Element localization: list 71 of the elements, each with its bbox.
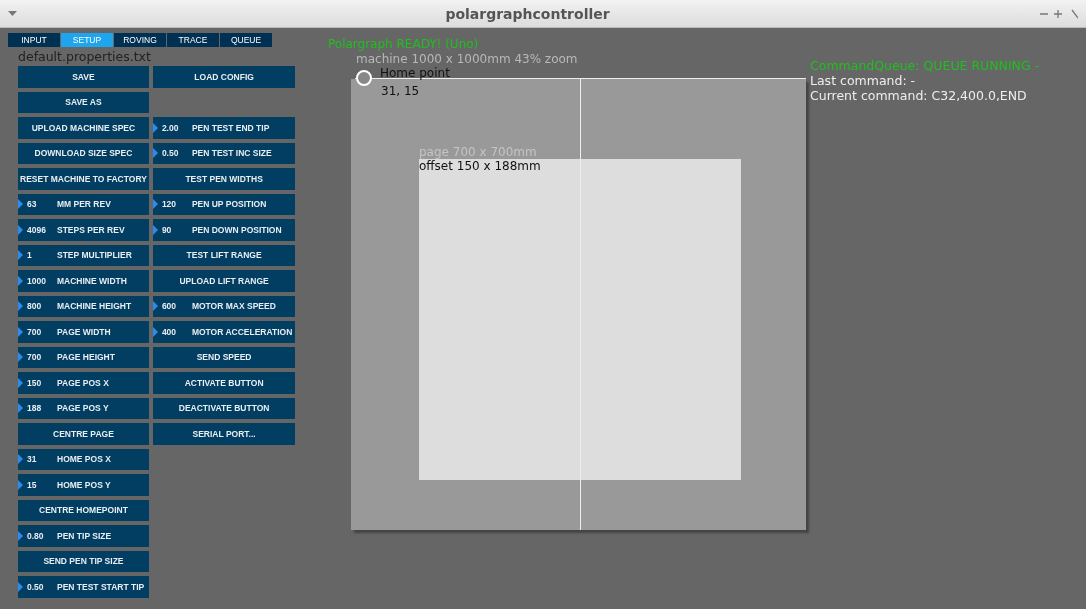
- tab[interactable]: TRACE: [167, 33, 219, 47]
- triangle-icon: [18, 454, 23, 465]
- number-field[interactable]: 2.00 PEN TEST END TIP: [152, 117, 296, 139]
- number-field[interactable]: 15 HOME POS Y: [18, 474, 149, 496]
- setup-button[interactable]: SEND SPEED: [152, 346, 296, 368]
- triangle-icon: [152, 122, 158, 133]
- number-field[interactable]: 150 PAGE POS X: [18, 372, 149, 394]
- tab[interactable]: INPUT: [8, 33, 60, 47]
- menu-caret-icon[interactable]: [8, 10, 17, 17]
- number-field[interactable]: 0.80 PEN TIP SIZE: [18, 525, 149, 547]
- number-field[interactable]: 188 PAGE POS Y: [18, 397, 149, 419]
- window-title: polargraphcontroller: [445, 5, 610, 22]
- number-field[interactable]: 1 STEP MULTIPLIER: [18, 244, 149, 266]
- setup-button[interactable]: ACTIVATE BUTTON: [152, 372, 296, 394]
- number-field[interactable]: 700 PAGE HEIGHT: [18, 346, 149, 368]
- number-field[interactable]: 800 MACHINE HEIGHT: [18, 295, 149, 317]
- tab[interactable]: QUEUE: [220, 33, 272, 47]
- triangle-icon: [152, 148, 158, 159]
- setup-button[interactable]: SAVE: [18, 66, 149, 88]
- number-field[interactable]: 4096 STEPS PER REV: [18, 219, 149, 241]
- number-field[interactable]: 0.50 PEN TEST START TIP: [18, 576, 149, 598]
- number-field[interactable]: 0.50 PEN TEST INC SIZE: [152, 142, 296, 164]
- home-point-coords: 31, 15: [381, 84, 420, 98]
- number-field[interactable]: 600 MOTOR MAX SPEED: [152, 295, 296, 317]
- setup-button[interactable]: RESET MACHINE TO FACTORY: [18, 168, 149, 190]
- page-offset-label: offset 150 x 188mm: [419, 159, 541, 173]
- setup-button[interactable]: CENTRE PAGE: [18, 423, 149, 445]
- setup-button[interactable]: UPLOAD MACHINE SPEC: [18, 117, 149, 139]
- home-point-label: Home point: [380, 66, 450, 80]
- number-field[interactable]: 700 PAGE WIDTH: [18, 321, 149, 343]
- home-point-icon[interactable]: [355, 69, 373, 87]
- setup-button[interactable]: SEND PEN TIP SIZE: [18, 550, 149, 572]
- triangle-icon: [18, 224, 23, 235]
- setup-button[interactable]: CENTRE HOMEPOINT: [18, 499, 149, 521]
- setup-button[interactable]: UPLOAD LIFT RANGE: [152, 270, 296, 292]
- window-controls-icon[interactable]: [1038, 8, 1078, 19]
- setup-button[interactable]: DOWNLOAD SIZE SPEC: [18, 142, 149, 164]
- triangle-icon: [18, 301, 23, 312]
- setup-button[interactable]: LOAD CONFIG: [152, 66, 296, 88]
- triangle-icon: [152, 326, 158, 337]
- triangle-icon: [18, 250, 23, 261]
- number-field[interactable]: 1000 MACHINE WIDTH: [18, 270, 149, 292]
- setup-button[interactable]: TEST PEN WIDTHS: [152, 168, 296, 190]
- current-command: Current command: C32,400.0,END: [810, 88, 1028, 103]
- machine-size-label: machine 1000 x 1000mm 43% zoom: [356, 52, 578, 66]
- triangle-icon: [152, 224, 158, 235]
- queue-status: CommandQueue: QUEUE RUNNING -: [810, 58, 1040, 73]
- triangle-icon: [18, 352, 23, 363]
- tab[interactable]: ROVING: [114, 33, 166, 47]
- triangle-icon: [152, 301, 158, 312]
- triangle-icon: [18, 530, 23, 541]
- triangle-icon: [152, 199, 158, 210]
- setup-button[interactable]: SAVE AS: [18, 91, 149, 113]
- status-text: Polargraph READY! (Uno): [328, 37, 479, 51]
- last-command: Last command: -: [810, 73, 917, 88]
- triangle-icon: [18, 479, 23, 490]
- number-field[interactable]: 90 PEN DOWN POSITION: [152, 219, 296, 241]
- triangle-icon: [18, 377, 23, 388]
- triangle-icon: [18, 581, 23, 592]
- setup-button[interactable]: DEACTIVATE BUTTON: [152, 397, 296, 419]
- triangle-icon: [18, 326, 23, 337]
- triangle-icon: [18, 275, 23, 286]
- triangle-icon: [18, 403, 23, 414]
- setup-button[interactable]: TEST LIFT RANGE: [152, 244, 296, 266]
- setup-button[interactable]: SERIAL PORT...: [152, 423, 296, 445]
- number-field[interactable]: 120 PEN UP POSITION: [152, 193, 296, 215]
- number-field[interactable]: 31 HOME POS X: [18, 448, 149, 470]
- number-field[interactable]: 63 MM PER REV: [18, 193, 149, 215]
- number-field[interactable]: 400 MOTOR ACCELERATION: [152, 321, 296, 343]
- filename-label: default.properties.txt: [18, 49, 152, 64]
- triangle-icon: [18, 199, 23, 210]
